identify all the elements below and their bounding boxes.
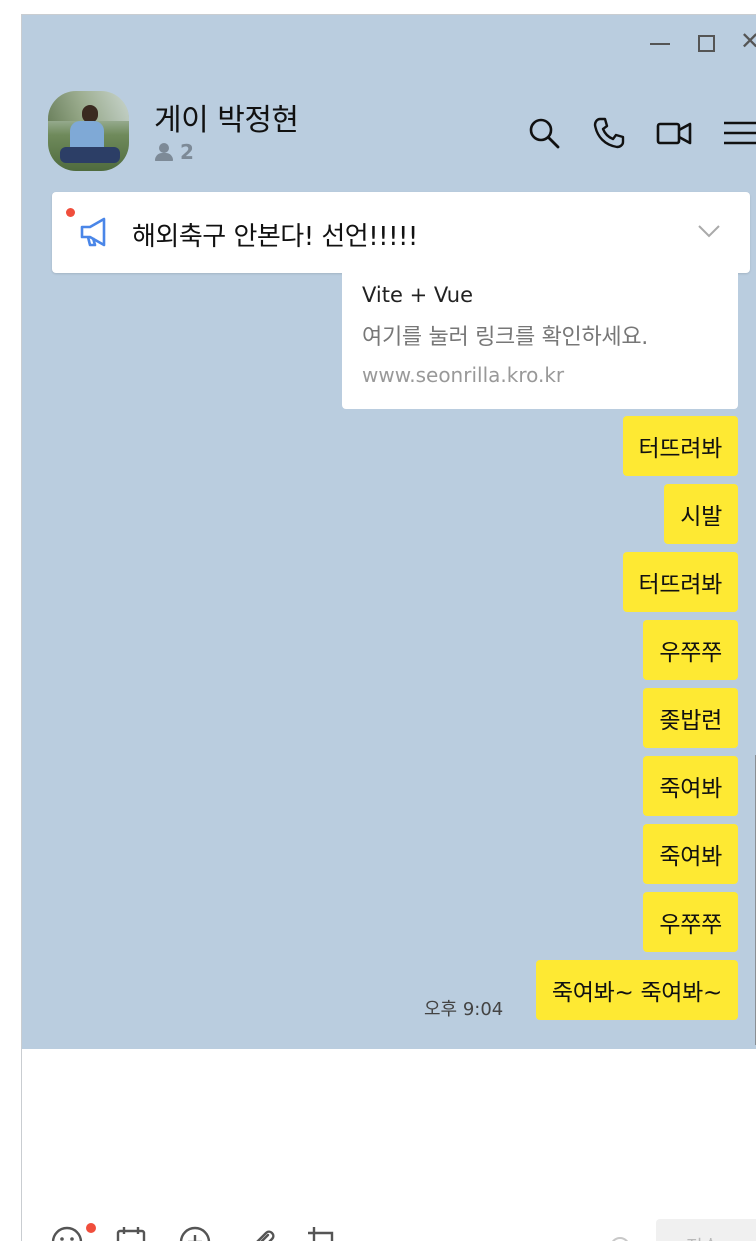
- chat-area: ✕ 게이 박정현 2 해외축구 안본다! 선언!!!!! Vite + Vue …: [22, 15, 756, 1049]
- notice-text: 해외축구 안본다! 선언!!!!!: [132, 222, 418, 252]
- menu-icon[interactable]: [722, 115, 756, 151]
- message-bubble[interactable]: 우쭈쭈: [643, 892, 738, 952]
- person-icon: [154, 142, 174, 162]
- message-bubble[interactable]: 죽여봐~ 죽여봐~: [535, 960, 738, 1020]
- message-input[interactable]: [22, 1049, 756, 1241]
- megaphone-icon: [80, 217, 106, 247]
- unread-dot: [66, 208, 75, 217]
- avatar[interactable]: [48, 91, 129, 171]
- member-count[interactable]: 2: [154, 140, 194, 164]
- phone-icon[interactable]: [591, 115, 627, 151]
- add-icon[interactable]: [178, 1225, 212, 1241]
- link-url: www.seonrilla.kro.kr: [362, 363, 565, 387]
- chevron-down-icon[interactable]: [696, 218, 722, 244]
- chat-window: ✕ 게이 박정현 2 해외축구 안본다! 선언!!!!! Vite + Vue …: [21, 14, 756, 1241]
- minimize-icon[interactable]: [650, 43, 670, 45]
- notice-banner[interactable]: 해외축구 안본다! 선언!!!!!: [52, 192, 750, 273]
- message-bubble[interactable]: 죽여봐: [643, 824, 738, 884]
- emoji-icon[interactable]: [50, 1225, 84, 1241]
- capture-icon[interactable]: [306, 1225, 340, 1241]
- close-icon[interactable]: ✕: [740, 29, 756, 53]
- search-icon[interactable]: [526, 115, 562, 151]
- link-description: 여기를 눌러 링크를 확인하세요.: [362, 325, 648, 350]
- message-bubble[interactable]: 시발: [664, 484, 738, 544]
- maximize-icon[interactable]: [698, 35, 715, 52]
- paperclip-icon[interactable]: [244, 1225, 278, 1241]
- message-bubble[interactable]: 터뜨려봐: [622, 552, 738, 612]
- message-bubble[interactable]: 우쭈쭈: [643, 620, 738, 680]
- chat-title: 게이 박정현: [154, 103, 299, 138]
- message-bubble[interactable]: 죽여봐: [643, 756, 738, 816]
- link-title: Vite + Vue: [362, 283, 474, 307]
- video-icon[interactable]: [656, 115, 692, 151]
- message-timestamp: 오후 9:04: [424, 999, 504, 1020]
- send-button[interactable]: 전송: [656, 1219, 756, 1241]
- link-preview-card[interactable]: Vite + Vue 여기를 눌러 링크를 확인하세요. www.seonril…: [342, 273, 738, 409]
- emoji-new-dot: [86, 1223, 96, 1233]
- message-bubble[interactable]: 터뜨려봐: [622, 416, 738, 476]
- member-count-value: 2: [180, 140, 194, 164]
- calendar-icon[interactable]: [114, 1225, 148, 1241]
- message-bubble[interactable]: 좆밥련: [643, 688, 738, 748]
